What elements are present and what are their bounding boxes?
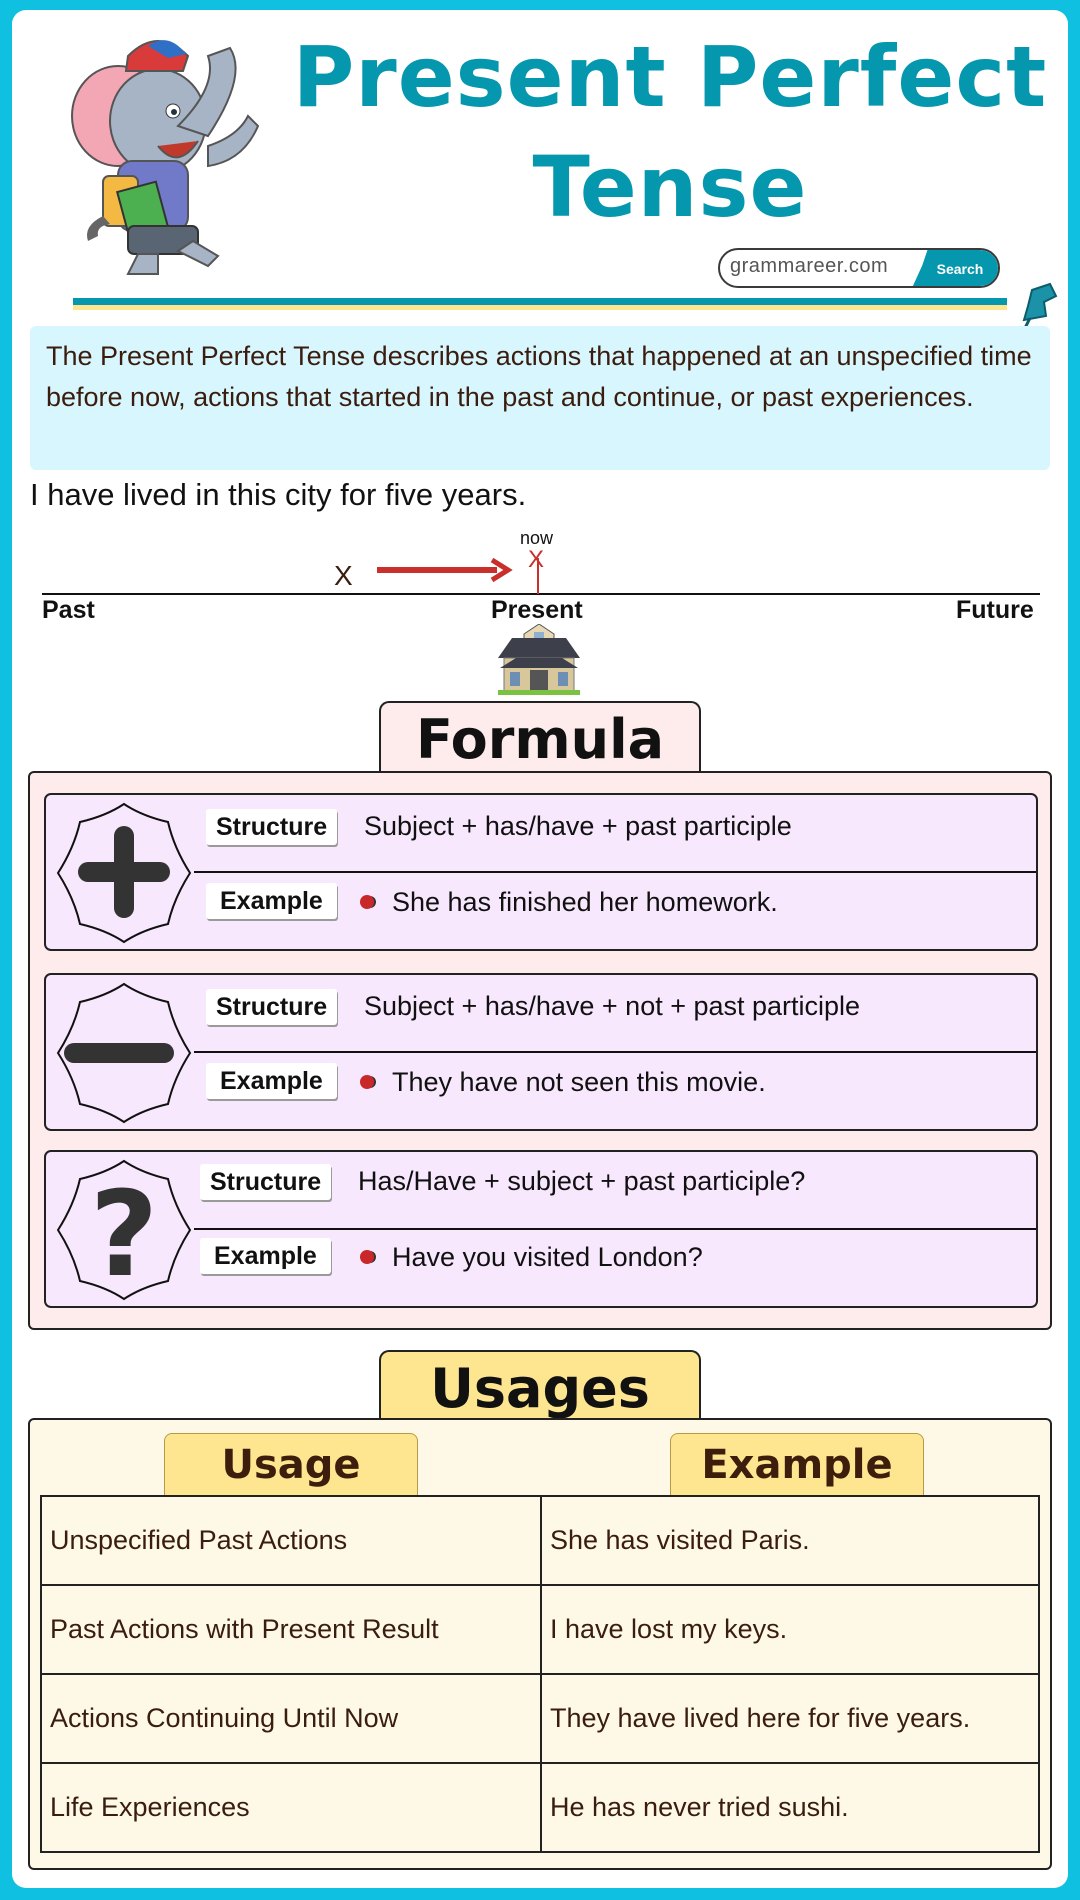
- svg-text:?: ?: [90, 1165, 158, 1303]
- example-sentence: I have lived in this city for five years…: [30, 477, 527, 512]
- page-title: Present Perfect Tense: [290, 22, 1050, 242]
- example-text: They have not seen this movie.: [392, 1067, 766, 1097]
- structure-text: Has/Have + subject + past participle?: [358, 1166, 806, 1196]
- duration-arrow-shaft: [377, 567, 497, 573]
- usage-cell: Life Experiences: [40, 1762, 542, 1853]
- formula-section: Structure Subject + has/have + past part…: [28, 771, 1052, 1330]
- table-row: Life Experiences He has never tried sush…: [40, 1762, 1040, 1853]
- bullet-icon: [360, 895, 374, 909]
- example-label: Example: [206, 1063, 337, 1099]
- table-row: Unspecified Past Actions She has visited…: [40, 1495, 1040, 1586]
- structure-text: Subject + has/have + past participle: [364, 811, 792, 841]
- search-bar[interactable]: grammareer.com Search: [718, 248, 1000, 288]
- structure-label: Structure: [206, 989, 338, 1025]
- card-divider: [194, 1051, 1036, 1053]
- future-label: Future: [956, 596, 1034, 624]
- usage-cell: Actions Continuing Until Now: [40, 1673, 542, 1764]
- title-line-1: Present Perfect: [292, 28, 1048, 126]
- present-label: Present: [491, 596, 583, 624]
- usage-cell: Past Actions with Present Result: [40, 1584, 542, 1675]
- elephant-mascot-icon: [71, 40, 260, 275]
- formula-card-interrogative: ? Structure Has/Have + subject + past pa…: [44, 1150, 1038, 1308]
- example-cell: She has visited Paris.: [540, 1495, 1040, 1586]
- house-icon: [498, 624, 580, 695]
- bullet-icon: [360, 1250, 374, 1264]
- example-text: Have you visited London?: [392, 1242, 703, 1272]
- question-mark-icon: ?: [56, 1159, 192, 1303]
- formula-card-negative: Structure Subject + has/have + not + pas…: [44, 973, 1038, 1131]
- usage-cell: Unspecified Past Actions: [40, 1495, 542, 1586]
- search-button[interactable]: Search: [912, 250, 998, 286]
- usage-table: Unspecified Past Actions She has visited…: [40, 1495, 1040, 1853]
- usage-column-header: Usage: [164, 1433, 418, 1495]
- example-column-header: Example: [670, 1433, 924, 1495]
- now-mark: X: [528, 546, 545, 573]
- table-row: Actions Continuing Until Now They have l…: [40, 1673, 1040, 1764]
- example-cell: They have lived here for five years.: [540, 1673, 1040, 1764]
- formula-heading: Formula: [379, 701, 701, 775]
- title-line-2: Tense: [532, 138, 808, 236]
- usages-heading: Usages: [379, 1350, 701, 1424]
- search-input[interactable]: grammareer.com: [730, 255, 888, 278]
- structure-label: Structure: [206, 809, 338, 845]
- example-label: Example: [206, 883, 337, 919]
- minus-icon: [56, 982, 192, 1124]
- example-cell: I have lost my keys.: [540, 1584, 1040, 1675]
- card-divider: [194, 871, 1036, 873]
- header-divider-teal: [73, 298, 1007, 305]
- formula-card-affirmative: Structure Subject + has/have + past part…: [44, 793, 1038, 951]
- past-label: Past: [42, 596, 95, 624]
- structure-text: Subject + has/have + not + past particip…: [364, 991, 861, 1021]
- header-divider-yellow: [73, 305, 1007, 310]
- start-mark: X: [334, 560, 353, 591]
- example-text: She has finished her homework.: [392, 887, 778, 917]
- bullet-icon: [360, 1075, 374, 1089]
- now-label: now: [520, 528, 554, 548]
- structure-label: Structure: [200, 1164, 332, 1200]
- usages-section: Usage Example Unspecified Past Actions S…: [28, 1418, 1052, 1870]
- plus-icon: [56, 802, 192, 944]
- definition-box: The Present Perfect Tense describes acti…: [30, 326, 1050, 470]
- timeline: X X now Past Present Future: [0, 528, 1080, 700]
- example-label: Example: [200, 1238, 331, 1274]
- example-cell: He has never tried sushi.: [540, 1762, 1040, 1853]
- table-row: Past Actions with Present Result I have …: [40, 1584, 1040, 1675]
- card-divider: [194, 1228, 1036, 1230]
